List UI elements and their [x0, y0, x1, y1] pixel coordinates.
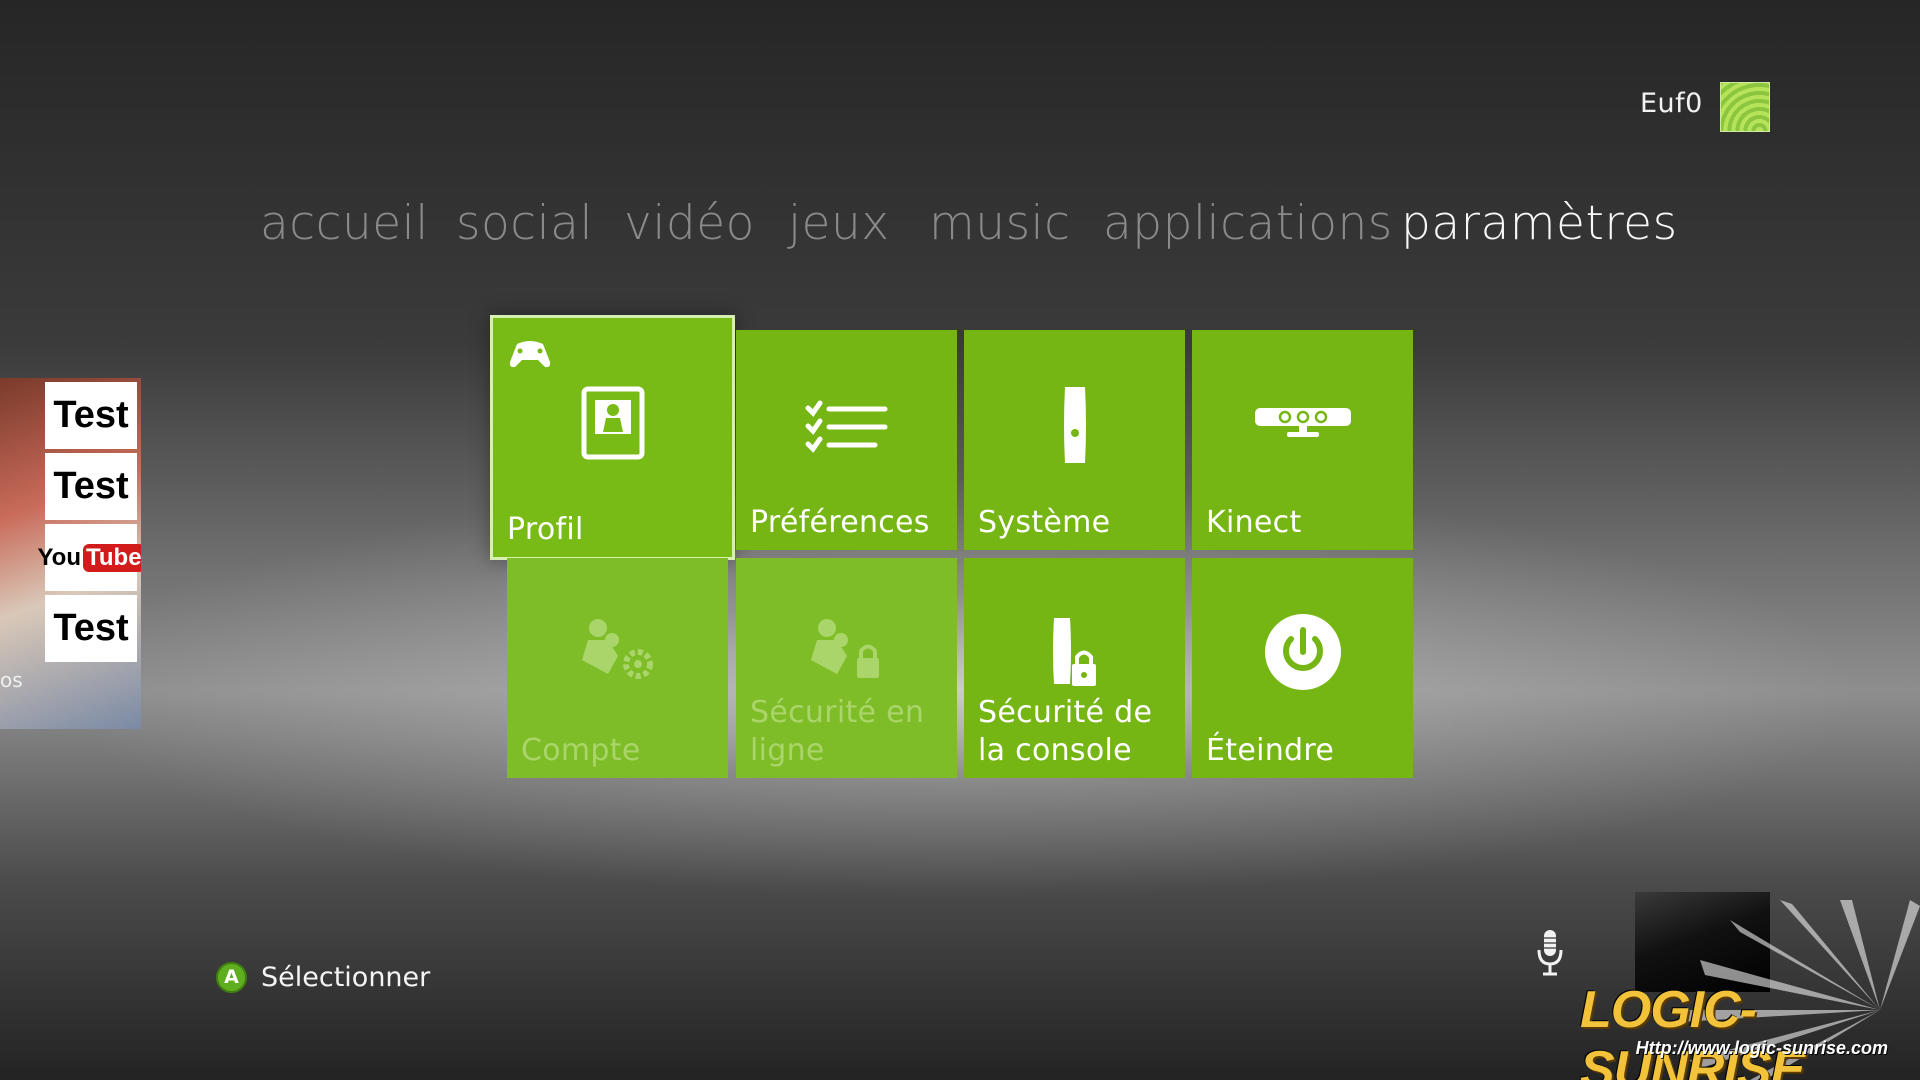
label-line-1: Sécurité en: [750, 695, 925, 730]
tile-securite-console[interactable]: Sécurité de la console: [964, 558, 1185, 778]
peek-card-test-1[interactable]: Test: [45, 382, 137, 449]
tile-securite-en-ligne-label: Sécurité en ligne: [750, 694, 924, 770]
label-line-1: Sécurité de: [978, 695, 1153, 730]
peek-partial-text: os: [0, 668, 23, 692]
tile-eteindre-label: Éteindre: [1206, 733, 1335, 768]
pivot-nav: accueil social vidéo jeux music applicat…: [0, 196, 1920, 256]
console-lock-icon: [1052, 618, 1096, 686]
tile-preferences[interactable]: Préférences: [736, 330, 957, 550]
youtube-tube-text: Tube: [83, 543, 141, 572]
console-icon: [1063, 387, 1086, 463]
peek-card-test-3[interactable]: Test: [45, 595, 137, 662]
profile-card-icon: [581, 386, 644, 460]
tile-kinect[interactable]: Kinect: [1192, 330, 1413, 550]
account-settings-icon: [581, 619, 653, 679]
tile-preferences-label: Préférences: [750, 505, 930, 540]
nav-item-music[interactable]: music: [929, 196, 1070, 251]
checklist-icon: [805, 400, 887, 453]
watermark-url: Http://www.logic-sunrise.com: [1635, 1038, 1888, 1058]
tile-compte[interactable]: Compte: [507, 558, 728, 778]
a-button-icon: A: [216, 961, 247, 993]
gamerpic-avatar[interactable]: [1720, 82, 1770, 132]
nav-item-parametres[interactable]: paramètres: [1401, 196, 1678, 251]
controller-icon: [509, 341, 551, 368]
gamertag[interactable]: Euf0: [1640, 88, 1703, 119]
family-lock-icon: [810, 619, 879, 678]
tile-profil-label: Profil: [507, 512, 584, 547]
controller-hint: A Sélectionner: [216, 960, 430, 994]
nav-item-social[interactable]: social: [456, 196, 593, 251]
nav-item-video[interactable]: vidéo: [624, 196, 755, 251]
label-line-2: la console: [978, 733, 1132, 768]
nav-item-jeux[interactable]: jeux: [788, 196, 890, 251]
side-carousel-peek[interactable]: Test Test You Tube Test os: [0, 378, 141, 729]
nav-item-accueil[interactable]: accueil: [260, 196, 429, 251]
tile-kinect-label: Kinect: [1206, 505, 1302, 540]
watermark: LOGIC-SUNRISE Http://www.logic-sunrise.c…: [1580, 900, 1920, 1080]
peek-card-test-2[interactable]: Test: [45, 453, 137, 520]
kinect-sensor-icon: [1254, 408, 1351, 437]
power-icon: [1264, 614, 1341, 690]
tile-systeme-label: Système: [978, 505, 1111, 540]
nav-item-applications[interactable]: applications: [1103, 196, 1393, 251]
tile-systeme[interactable]: Système: [964, 330, 1185, 550]
youtube-you-text: You: [37, 543, 81, 571]
select-hint-label: Sélectionner: [261, 961, 431, 993]
tile-compte-label: Compte: [521, 733, 641, 768]
microphone-icon: [1537, 930, 1563, 976]
tile-eteindre[interactable]: Éteindre: [1192, 558, 1413, 778]
tile-securite-console-label: Sécurité de la console: [978, 694, 1152, 770]
tile-profil[interactable]: Profil: [490, 315, 735, 560]
label-line-2: ligne: [750, 733, 825, 768]
youtube-logo[interactable]: You Tube: [37, 524, 141, 591]
tile-securite-en-ligne[interactable]: Sécurité en ligne: [736, 558, 957, 778]
watermark-title: LOGIC-SUNRISE: [1580, 981, 1805, 1080]
